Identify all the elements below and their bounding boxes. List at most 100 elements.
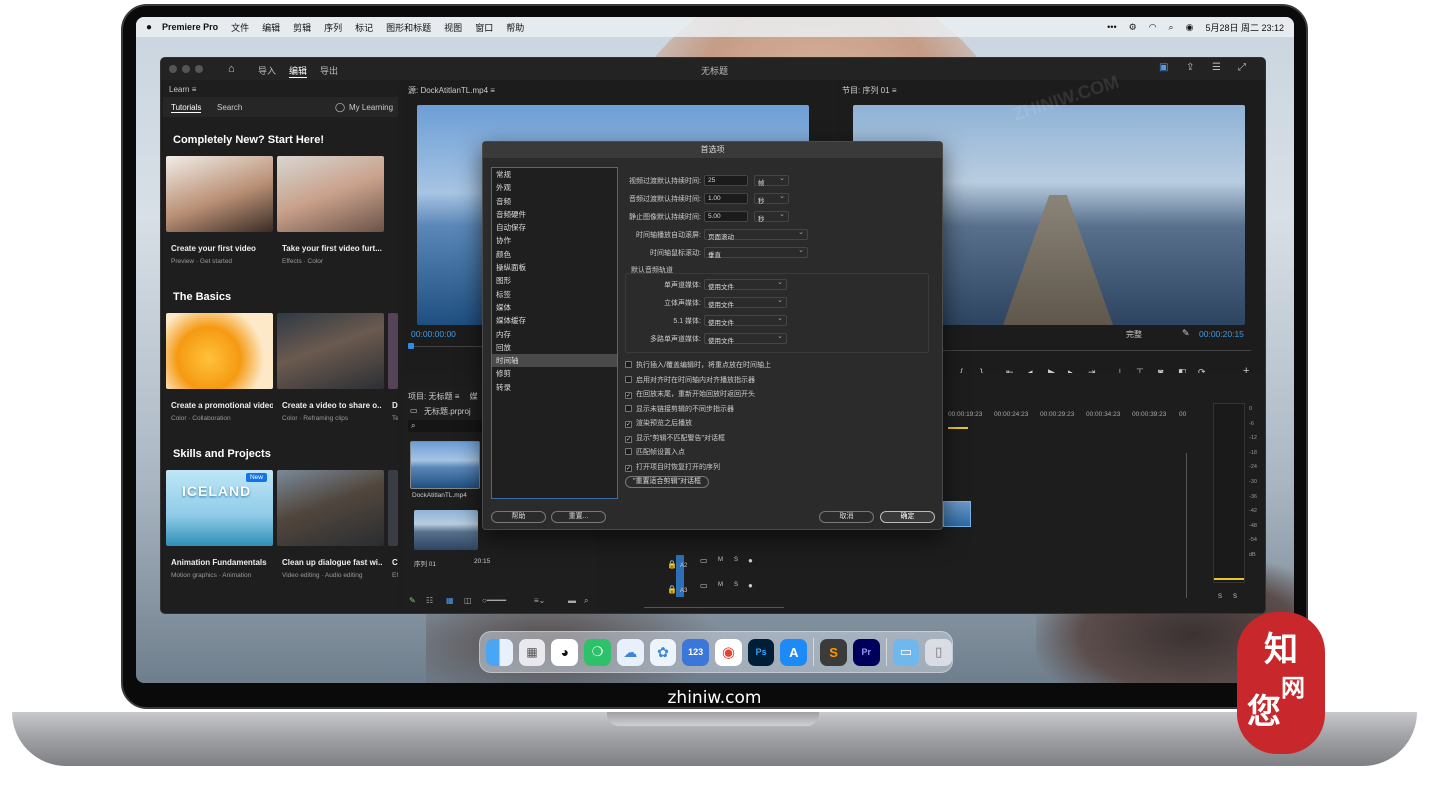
category-item[interactable]: 自动保存 [492, 221, 617, 234]
siri-icon[interactable]: ◉ [1186, 22, 1194, 33]
reset-dialog-button[interactable]: "重置适合剪辑"对话框 [625, 476, 709, 488]
tab-search[interactable]: Search [217, 103, 242, 112]
category-item[interactable]: 音频硬件 [492, 208, 617, 221]
checkbox-box[interactable]: ✓ [625, 464, 632, 472]
multimono-select[interactable]: 使用文件 [704, 332, 787, 345]
source-timecode[interactable]: 00:00:00:00 [411, 329, 456, 339]
category-item[interactable]: 颜色 [492, 248, 617, 261]
step-back-icon[interactable]: ◂ [1028, 367, 1033, 373]
tab-export[interactable]: 导出 [320, 64, 338, 77]
ok-button[interactable]: 确定 [880, 511, 935, 523]
wechat-icon[interactable]: ❍ [584, 638, 611, 666]
overflow-icon[interactable]: ••• [1107, 22, 1116, 32]
menu-markers[interactable]: 标记 [355, 21, 373, 34]
my-learning-link[interactable]: My Learning [349, 103, 393, 112]
cancel-button[interactable]: 取消 [819, 511, 874, 523]
wrench-icon[interactable]: ✎ [1182, 328, 1190, 339]
checkbox[interactable]: 执行插入/覆盖编辑时，将重点放在时间轴上 [625, 360, 771, 370]
checkbox-box[interactable]: ✓ [625, 421, 632, 428]
checkbox[interactable]: 匹配帧设置入点 [625, 447, 685, 457]
mark-in-icon[interactable]: { [960, 367, 963, 373]
fullscreen-icon[interactable]: ⤢ [1238, 62, 1246, 73]
card-title[interactable]: Create your first video [171, 244, 271, 253]
solo-button[interactable]: S [734, 582, 738, 588]
close-icon[interactable] [169, 65, 177, 73]
card-title[interactable]: Create a promotional video [171, 401, 273, 410]
minimize-icon[interactable] [182, 65, 190, 73]
settings-icon[interactable]: ⟳ [1198, 367, 1206, 373]
account-icon[interactable]: ◯ [335, 102, 345, 113]
category-item[interactable]: 音频 [492, 195, 617, 208]
checkbox[interactable]: ✓ 打开项目时恢复打开的序列 [625, 462, 720, 472]
category-item[interactable]: 外观 [492, 181, 617, 194]
tab-tutorials[interactable]: Tutorials [171, 103, 202, 113]
sort-icon[interactable]: ≡⌄ [534, 596, 545, 605]
tutorial-thumbnail[interactable] [277, 470, 384, 546]
menu-view[interactable]: 视图 [444, 21, 462, 34]
mark-out-icon[interactable]: } [980, 367, 983, 373]
checkbox-box[interactable] [625, 404, 632, 412]
menu-clip[interactable]: 剪辑 [293, 21, 311, 34]
category-item[interactable]: 转录 [492, 381, 617, 394]
video-clip[interactable] [943, 501, 971, 527]
tab-import[interactable]: 导入 [258, 64, 276, 77]
clip-thumbnail[interactable] [410, 441, 480, 489]
clip-name[interactable]: DockAtitlanTL.mp4 [412, 492, 467, 499]
card-title[interactable]: Animation Fundamentals [171, 558, 271, 567]
photoshop-icon[interactable]: Ps [747, 638, 775, 666]
apple-icon[interactable]: ● [146, 22, 152, 33]
menu-window[interactable]: 窗口 [475, 21, 493, 34]
reset-button[interactable]: 重置... [551, 511, 606, 523]
numbers-icon[interactable]: 123 [682, 638, 710, 666]
lock-icon[interactable]: 🔒 [667, 560, 677, 569]
appstore-icon[interactable]: A [780, 638, 808, 666]
checkbox-box[interactable]: ✓ [625, 435, 632, 443]
solo-right-button[interactable]: S [1233, 594, 1237, 600]
panel-menu-icon[interactable]: ≡ [892, 86, 897, 95]
home-icon[interactable]: ⌂ [228, 63, 235, 75]
quality-select[interactable]: 完整 [1126, 329, 1142, 340]
menu-sequence[interactable]: 序列 [324, 21, 342, 34]
go-out-icon[interactable]: ⇥ [1088, 367, 1096, 373]
checkbox[interactable]: ✓ 渲染预览之后播放 [625, 418, 692, 428]
mic-icon[interactable]: ● [748, 556, 753, 565]
checkbox-box[interactable] [625, 375, 632, 383]
solo-left-button[interactable]: S [1218, 594, 1222, 600]
category-item[interactable]: 回放 [492, 341, 617, 354]
mute-button[interactable]: M [718, 582, 723, 588]
cloud-icon[interactable]: ☁ [616, 638, 644, 666]
play-icon[interactable]: ▶ [1048, 367, 1055, 373]
mono-select[interactable]: 使用文件 [704, 278, 787, 291]
category-item[interactable]: 图形 [492, 274, 617, 287]
tutorial-thumbnail[interactable] [277, 156, 384, 232]
list-icon[interactable]: ☰ [1212, 62, 1221, 73]
still-image-unit[interactable]: 秒 [754, 210, 789, 223]
trash-icon[interactable]: ▯ [925, 638, 953, 666]
compare-icon[interactable]: ◧ [1178, 367, 1187, 373]
card-title[interactable]: Create a video to share o... [282, 401, 382, 410]
chrome-icon[interactable]: ◉ [715, 638, 742, 666]
category-item[interactable]: 媒体 [492, 301, 617, 314]
checkbox[interactable]: ✓ 在回放末尾，重新开始回放时返回开头 [625, 389, 755, 399]
menu-help[interactable]: 帮助 [506, 21, 524, 34]
add-button-icon[interactable]: + [1243, 365, 1249, 373]
category-item[interactable]: 媒体缓存 [492, 314, 617, 327]
clock[interactable]: 5月28日 周二 23:12 [1205, 21, 1284, 34]
qq-icon[interactable]: ◕ [551, 638, 579, 666]
pencil-icon[interactable]: ✎ [409, 596, 416, 605]
work-area-bar[interactable] [948, 427, 968, 429]
new-bin-icon[interactable]: ▬ [568, 596, 576, 605]
stereo-select[interactable]: 使用文件 [704, 296, 787, 309]
search-icon[interactable]: ⌕ [584, 596, 588, 606]
program-timecode[interactable]: 00:00:20:15 [1199, 329, 1244, 339]
search-icon[interactable]: ⌕ [1169, 22, 1174, 33]
camera-icon[interactable]: ◙ [1158, 367, 1163, 373]
tutorial-thumbnail[interactable] [277, 313, 384, 389]
card-title[interactable]: C [392, 558, 398, 567]
vertical-scroll[interactable] [1186, 453, 1187, 598]
tab-edit[interactable]: 编辑 [289, 64, 308, 78]
mic-icon[interactable]: ● [748, 581, 753, 590]
panel-menu-icon[interactable]: ≡ [490, 86, 495, 95]
mute-button[interactable]: M [718, 557, 723, 563]
checkbox[interactable]: ✓ 显示"剪辑不匹配警告"对话框 [625, 433, 725, 443]
